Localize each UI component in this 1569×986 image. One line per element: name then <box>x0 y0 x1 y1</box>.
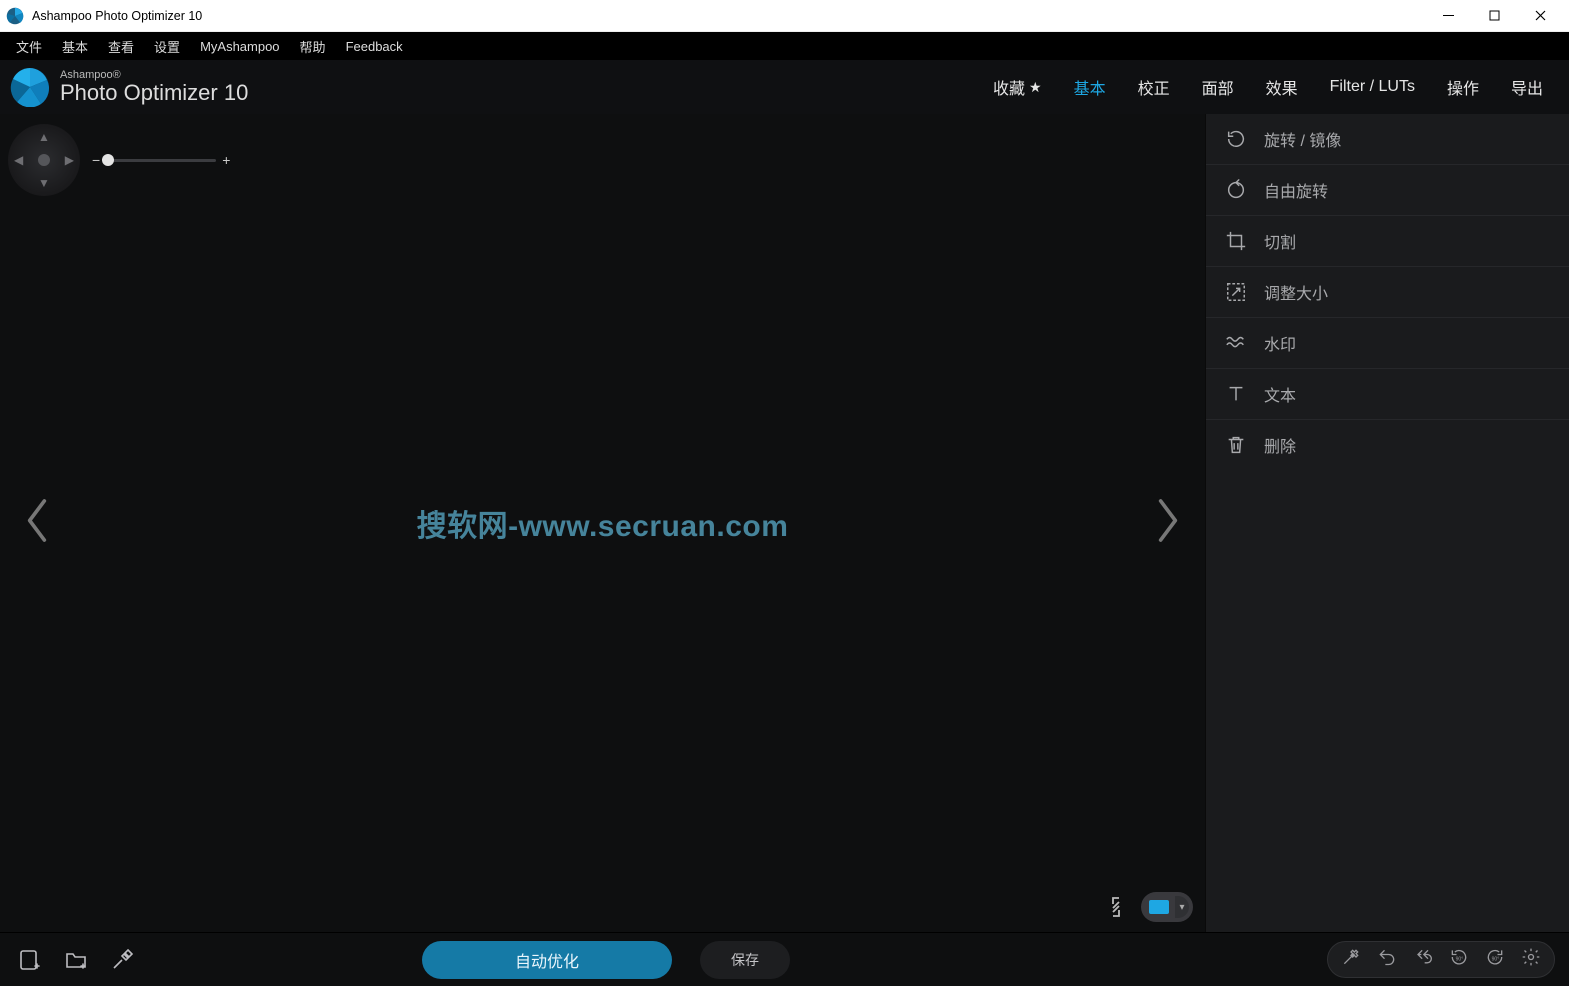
app-icon <box>6 7 24 25</box>
zoom-track[interactable] <box>106 159 216 162</box>
tool-crop[interactable]: 切割 <box>1206 215 1569 266</box>
tab-basic[interactable]: 基本 <box>1072 71 1108 103</box>
crop-icon <box>1224 229 1248 253</box>
zoom-in-button[interactable]: + <box>222 152 230 168</box>
tool-free-rotate[interactable]: 自由旋转 <box>1206 164 1569 215</box>
menu-basic[interactable]: 基本 <box>52 33 98 60</box>
pan-down-icon[interactable]: ▼ <box>38 176 50 190</box>
tool-rotate-mirror[interactable]: 旋转 / 镜像 <box>1206 114 1569 164</box>
tool-label: 调整大小 <box>1264 280 1328 304</box>
zoom-slider[interactable]: − + <box>92 152 230 168</box>
fit-to-screen-button[interactable] <box>1103 894 1129 920</box>
tab-correct[interactable]: 校正 <box>1136 71 1172 103</box>
undo-button[interactable] <box>1374 944 1400 975</box>
pan-right-icon[interactable]: ▶ <box>65 153 74 167</box>
canvas-watermark: 搜软网-www.secruan.com <box>417 501 789 545</box>
main-tabs: 收藏 ★ 基本 校正 面部 效果 Filter / LUTs 操作 导出 <box>991 71 1559 103</box>
pan-dial[interactable]: ▲ ▼ ◀ ▶ <box>8 124 80 196</box>
rotate-left-90-button[interactable]: 90° <box>1446 944 1472 975</box>
eyedropper-button[interactable] <box>106 944 138 976</box>
trash-icon <box>1224 433 1248 457</box>
text-icon <box>1224 382 1248 406</box>
menubar: 文件 基本 查看 设置 MyAshampoo 帮助 Feedback <box>0 32 1569 60</box>
menu-myashampoo[interactable]: MyAshampoo <box>190 35 289 58</box>
tab-actions[interactable]: 操作 <box>1445 71 1481 103</box>
window-titlebar: Ashampoo Photo Optimizer 10 <box>0 0 1569 32</box>
history-controls: 90° 90° <box>1327 941 1555 978</box>
single-view-icon <box>1149 900 1169 914</box>
save-button[interactable]: 保存 <box>700 941 790 979</box>
pan-up-icon[interactable]: ▲ <box>38 130 50 144</box>
menu-settings[interactable]: 设置 <box>144 33 190 60</box>
add-image-button[interactable] <box>14 944 46 976</box>
side-panel: 旋转 / 镜像 自由旋转 切割 调整大小 <box>1205 114 1569 932</box>
pan-left-icon[interactable]: ◀ <box>14 153 23 167</box>
chevron-down-icon: ▾ <box>1175 896 1189 918</box>
rotate-mirror-icon <box>1224 127 1248 151</box>
window-minimize-button[interactable] <box>1425 0 1471 32</box>
settings-button[interactable] <box>1518 944 1544 975</box>
star-icon: ★ <box>1029 79 1042 96</box>
watermark-icon <box>1224 331 1248 355</box>
rotate-right-90-button[interactable]: 90° <box>1482 944 1508 975</box>
pan-center[interactable] <box>38 154 50 166</box>
tab-filter-luts[interactable]: Filter / LUTs <box>1328 71 1417 103</box>
tab-export[interactable]: 导出 <box>1509 71 1545 103</box>
tool-label: 自由旋转 <box>1264 178 1328 202</box>
zoom-out-button[interactable]: − <box>92 152 100 168</box>
logo: Ashampoo® Photo Optimizer 10 <box>10 67 248 107</box>
resize-icon <box>1224 280 1248 304</box>
logo-product: Photo Optimizer 10 <box>60 81 248 104</box>
prev-image-button[interactable] <box>12 489 62 558</box>
tool-label: 文本 <box>1264 382 1296 406</box>
tool-label: 旋转 / 镜像 <box>1264 127 1341 151</box>
auto-optimize-button[interactable]: 自动优化 <box>422 941 672 979</box>
bottombar: 自动优化 保存 90° 90° <box>0 932 1569 986</box>
menu-help[interactable]: 帮助 <box>290 33 336 60</box>
svg-text:90°: 90° <box>1492 956 1500 962</box>
window-title: Ashampoo Photo Optimizer 10 <box>32 9 1425 23</box>
window-close-button[interactable] <box>1517 0 1563 32</box>
tool-label: 删除 <box>1264 433 1296 457</box>
tool-resize[interactable]: 调整大小 <box>1206 266 1569 317</box>
tab-favorites-label: 收藏 <box>993 75 1025 99</box>
tool-label: 切割 <box>1264 229 1296 253</box>
canvas-area: ▲ ▼ ◀ ▶ − + 搜软网-www.secruan.com <box>0 114 1205 932</box>
tool-text[interactable]: 文本 <box>1206 368 1569 419</box>
undo-all-button[interactable] <box>1410 944 1436 975</box>
logo-icon <box>10 67 50 107</box>
menu-feedback[interactable]: Feedback <box>336 35 413 58</box>
window-maximize-button[interactable] <box>1471 0 1517 32</box>
view-mode-dropdown[interactable]: ▾ <box>1141 892 1193 922</box>
tool-delete[interactable]: 删除 <box>1206 419 1569 470</box>
svg-text:90°: 90° <box>1456 956 1464 962</box>
magic-wand-button[interactable] <box>1338 944 1364 975</box>
auto-optimize-label: 自动优化 <box>515 948 579 972</box>
tab-effects[interactable]: 效果 <box>1264 71 1300 103</box>
tab-face[interactable]: 面部 <box>1200 71 1236 103</box>
zoom-thumb[interactable] <box>102 154 114 166</box>
app-header: Ashampoo® Photo Optimizer 10 收藏 ★ 基本 校正 … <box>0 60 1569 114</box>
tool-watermark[interactable]: 水印 <box>1206 317 1569 368</box>
next-image-button[interactable] <box>1143 489 1193 558</box>
tab-favorites[interactable]: 收藏 ★ <box>991 71 1044 103</box>
menu-view[interactable]: 查看 <box>98 33 144 60</box>
save-label: 保存 <box>731 950 759 970</box>
tool-label: 水印 <box>1264 331 1296 355</box>
add-folder-button[interactable] <box>60 944 92 976</box>
menu-file[interactable]: 文件 <box>6 33 52 60</box>
free-rotate-icon <box>1224 178 1248 202</box>
